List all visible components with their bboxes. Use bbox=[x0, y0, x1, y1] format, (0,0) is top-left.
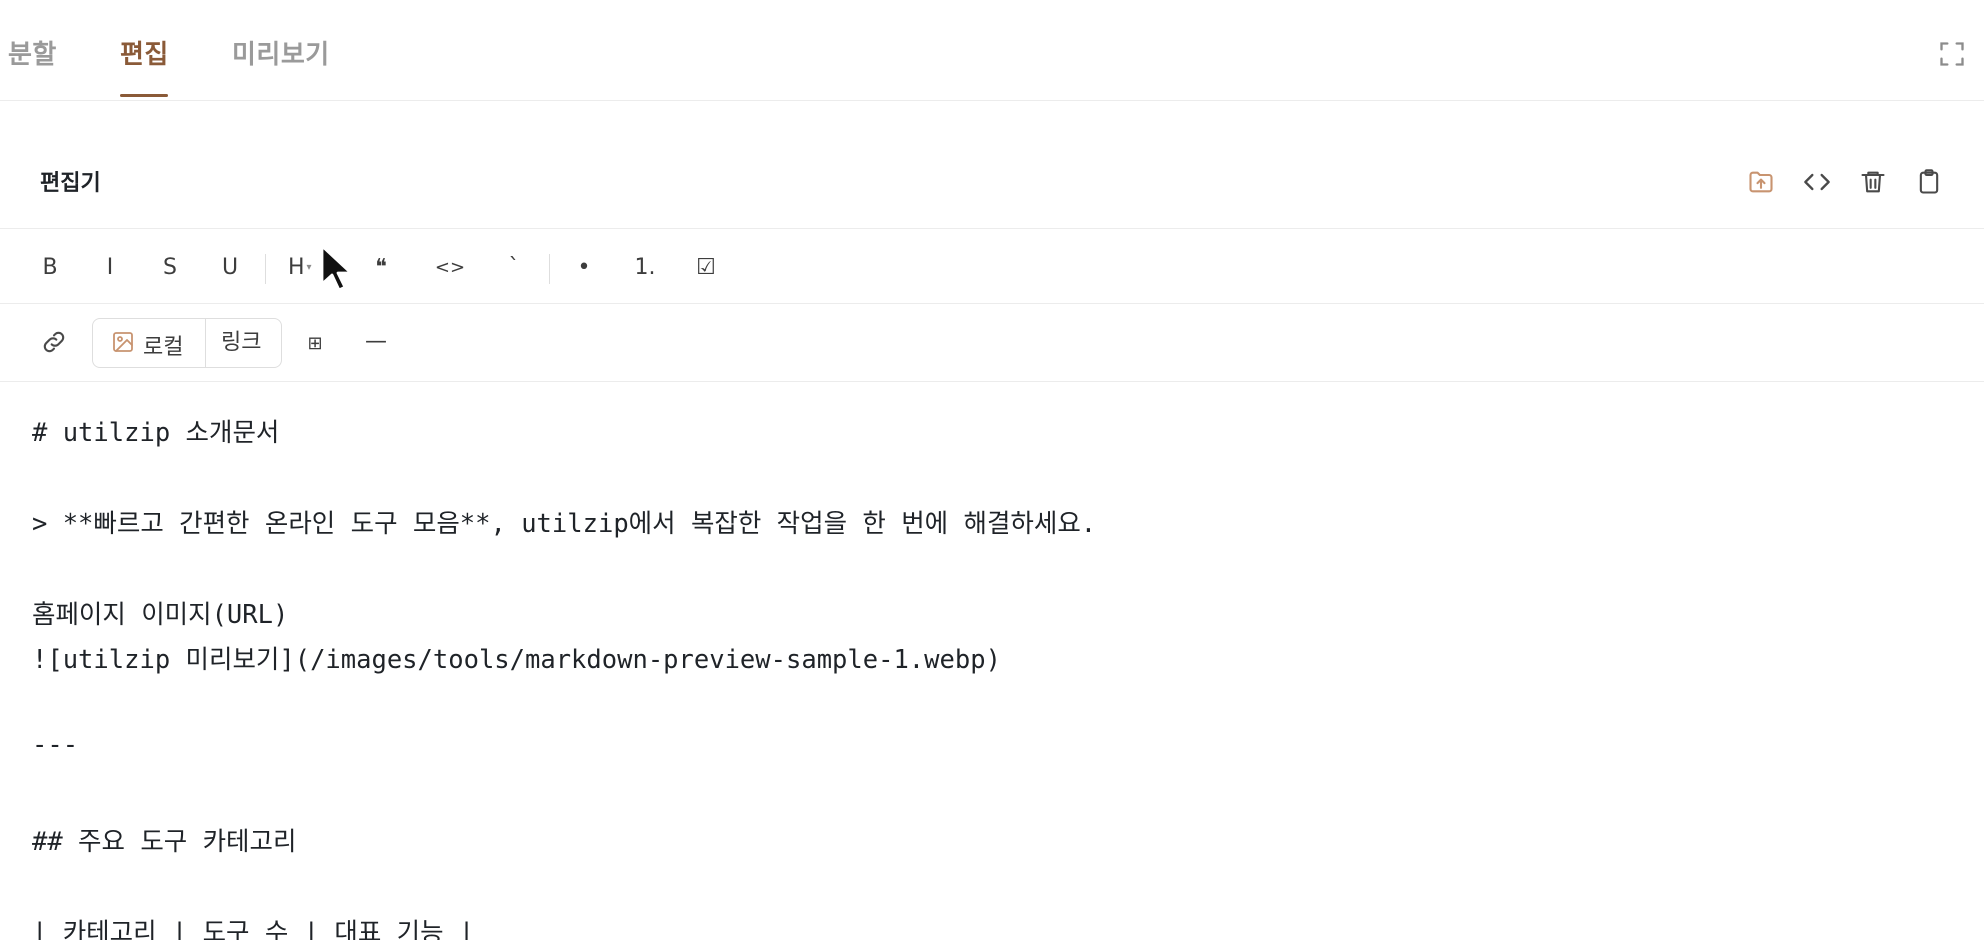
chevron-down-icon: ▾ bbox=[306, 262, 312, 273]
image-local-label: 로컬 bbox=[143, 335, 184, 360]
editor-line: # utilzip 소개문서 bbox=[32, 418, 280, 448]
editor-line: 홈페이지 이미지(URL) bbox=[32, 600, 289, 630]
format-toolbar: B I S U H ▾ ❝ <> ` • 1. ☑ bbox=[0, 230, 1984, 304]
tab-split[interactable]: 분할 bbox=[8, 37, 57, 73]
editor-line: ## 주요 도구 카테고리 bbox=[32, 827, 297, 857]
view-tabs: 분할 편집 미리보기 bbox=[0, 0, 1984, 101]
image-icon bbox=[111, 330, 135, 360]
editor-line: > **빠르고 간편한 온라인 도구 모음**, utilzip에서 복잡한 작… bbox=[32, 509, 1097, 539]
link-icon[interactable] bbox=[40, 328, 68, 360]
image-link-button[interactable]: 링크 bbox=[221, 329, 261, 357]
italic-button[interactable]: I bbox=[100, 252, 120, 284]
active-tab-indicator bbox=[120, 94, 168, 97]
bold-button[interactable]: B bbox=[40, 252, 60, 284]
inline-code-button[interactable]: ` bbox=[504, 252, 524, 284]
code-block-button[interactable]: <> bbox=[432, 252, 468, 284]
tab-edit[interactable]: 편집 bbox=[120, 37, 169, 73]
insert-toolbar: 로컬 링크 ⊞ — bbox=[0, 304, 1984, 382]
code-icon[interactable] bbox=[1802, 167, 1832, 197]
table-button[interactable]: ⊞ bbox=[304, 328, 326, 360]
tab-preview[interactable]: 미리보기 bbox=[232, 37, 330, 73]
image-insert-group: 로컬 링크 bbox=[92, 318, 282, 368]
editor-line: --- bbox=[32, 730, 79, 760]
ordered-list-button[interactable]: 1. bbox=[632, 252, 658, 284]
underline-button[interactable]: U bbox=[220, 252, 240, 284]
fullscreen-icon[interactable] bbox=[1938, 40, 1966, 68]
group-divider bbox=[205, 319, 206, 367]
quote-button[interactable]: ❝ bbox=[368, 252, 394, 284]
strikethrough-button[interactable]: S bbox=[160, 252, 180, 284]
toolbar-divider bbox=[549, 254, 550, 284]
bullet-list-button[interactable]: • bbox=[574, 252, 594, 284]
mouse-cursor-icon bbox=[318, 244, 358, 296]
image-local-button[interactable]: 로컬 bbox=[111, 329, 183, 361]
heading-label: H bbox=[288, 255, 305, 280]
editor-title: 편집기 bbox=[40, 171, 101, 196]
horizontal-rule-button[interactable]: — bbox=[362, 326, 390, 358]
trash-icon[interactable] bbox=[1858, 167, 1888, 197]
editor-actions bbox=[1746, 167, 1944, 197]
checkbox-list-button[interactable]: ☑ bbox=[694, 252, 718, 284]
editor-line: ![utilzip 미리보기](/images/tools/markdown-p… bbox=[32, 645, 1001, 675]
clipboard-icon[interactable] bbox=[1914, 167, 1944, 197]
toolbar-divider bbox=[265, 254, 266, 284]
folder-upload-icon[interactable] bbox=[1746, 167, 1776, 197]
editor-header: 편집기 bbox=[0, 101, 1984, 229]
editor-line: | 카테고리 | 도구 수 | 대표 기능 | bbox=[32, 918, 475, 940]
